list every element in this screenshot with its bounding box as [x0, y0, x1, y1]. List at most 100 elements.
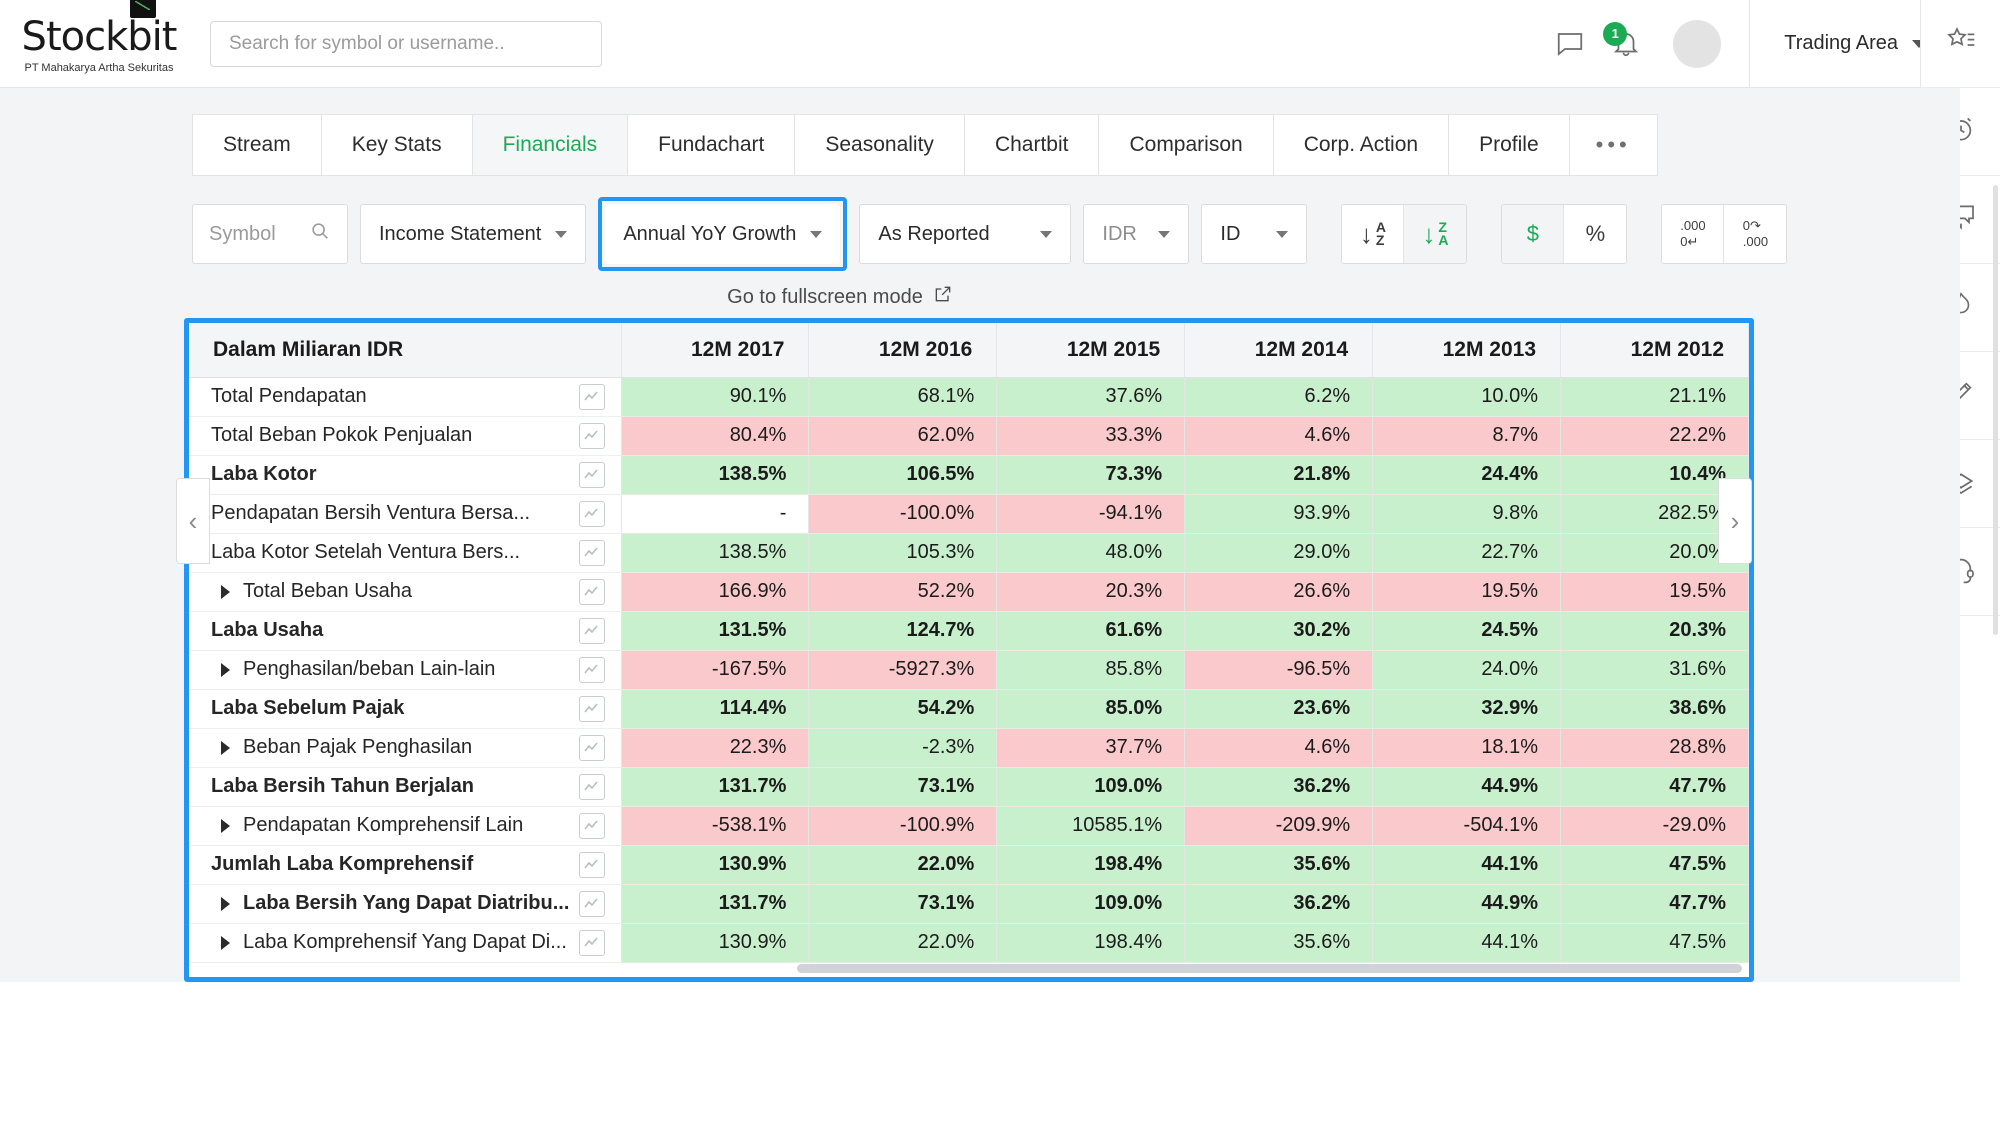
- language-select[interactable]: ID: [1201, 204, 1308, 264]
- app-root: Stockbit PT Mahakarya Artha Sekuritas 1: [0, 0, 2000, 1135]
- tab-chartbit[interactable]: Chartbit: [964, 114, 1100, 176]
- tab-profile[interactable]: Profile: [1449, 114, 1570, 176]
- column-header-2[interactable]: 12M 2015: [996, 323, 1186, 378]
- value-cell: 22.0%: [808, 923, 998, 963]
- row-chart-icon[interactable]: [578, 734, 605, 761]
- search-input[interactable]: [229, 32, 583, 55]
- row-label-cell[interactable]: Total Beban Usaha: [189, 572, 622, 612]
- avatar[interactable]: [1673, 19, 1722, 68]
- symbol-input[interactable]: Symbol: [192, 204, 348, 264]
- row-chart-icon[interactable]: [578, 422, 605, 449]
- value-cell: -100.0%: [808, 494, 998, 534]
- value-cell: 9.8%: [1372, 494, 1562, 534]
- row-chart-icon[interactable]: [578, 500, 605, 527]
- expand-caret-icon[interactable]: [221, 818, 230, 833]
- row-label-cell[interactable]: Laba Bersih Tahun Berjalan: [189, 767, 622, 807]
- fullscreen-link[interactable]: Go to fullscreen mode: [0, 284, 1690, 310]
- reporting-select[interactable]: As Reported: [859, 204, 1072, 264]
- row-chart-icon[interactable]: [578, 617, 605, 644]
- column-header-1[interactable]: 12M 2016: [808, 323, 998, 378]
- row-chart-icon[interactable]: [578, 890, 605, 917]
- increase-decimal-icon: .000 0↵: [1680, 217, 1706, 249]
- growth-mode-select[interactable]: Annual YoY Growth: [605, 204, 841, 264]
- row-label-cell[interactable]: Penghasilan/beban Lain-lain: [189, 650, 622, 690]
- increase-decimal-button[interactable]: .000 0↵: [1662, 205, 1725, 263]
- scroll-left-button[interactable]: ‹: [176, 478, 210, 564]
- row-label-cell[interactable]: Pendapatan Bersih Ventura Bersa...: [189, 494, 622, 534]
- tab-more-options[interactable]: •••: [1569, 114, 1658, 176]
- horizontal-scrollbar[interactable]: [797, 964, 1742, 973]
- notifications-bell-icon[interactable]: 1: [1603, 21, 1643, 61]
- row-chart-icon[interactable]: [578, 656, 605, 683]
- currency-select[interactable]: IDR: [1083, 204, 1190, 264]
- row-chart-icon[interactable]: [578, 851, 605, 878]
- row-label-cell[interactable]: Laba Kotor: [189, 455, 622, 495]
- row-chart-icon[interactable]: [578, 929, 605, 956]
- financials-table: Dalam Miliaran IDR 12M 2017 12M 2016 12M…: [189, 323, 1749, 963]
- expand-caret-icon[interactable]: [221, 584, 230, 599]
- row-chart-icon[interactable]: [578, 812, 605, 839]
- sort-ascending-button[interactable]: ↓ A Z: [1342, 205, 1405, 263]
- expand-caret-icon[interactable]: [221, 662, 230, 677]
- tab-comparison[interactable]: Comparison: [1099, 114, 1274, 176]
- decrease-decimal-button[interactable]: 0↷ .000: [1724, 205, 1786, 263]
- value-cell: 6.2%: [1184, 377, 1374, 417]
- row-label-cell[interactable]: Jumlah Laba Komprehensif: [189, 845, 622, 885]
- value-cell: 31.6%: [1560, 650, 1749, 690]
- tab-fundachart[interactable]: Fundachart: [628, 114, 796, 176]
- value-cell: -100.9%: [808, 806, 998, 846]
- expand-caret-icon[interactable]: [221, 740, 230, 755]
- row-label-cell[interactable]: Total Beban Pokok Penjualan: [189, 416, 622, 456]
- row-chart-icon[interactable]: [578, 695, 605, 722]
- chat-icon[interactable]: [1553, 27, 1587, 61]
- currency-unit-button[interactable]: $: [1502, 205, 1565, 263]
- row-label-cell[interactable]: Beban Pajak Penghasilan: [189, 728, 622, 768]
- expand-caret-icon[interactable]: [221, 935, 230, 950]
- sort-za-icon: ↓ Z A: [1422, 218, 1449, 249]
- tab-financials[interactable]: Financials: [472, 114, 629, 176]
- column-header-4[interactable]: 12M 2013: [1372, 323, 1562, 378]
- row-label-cell[interactable]: Laba Sebelum Pajak: [189, 689, 622, 729]
- statement-type-select[interactable]: Income Statement: [360, 204, 587, 264]
- tab-stream[interactable]: Stream: [192, 114, 322, 176]
- percent-unit-button[interactable]: %: [1564, 205, 1626, 263]
- section-tabs: Stream Key Stats Financials Fundachart S…: [192, 114, 1960, 176]
- column-header-3[interactable]: 12M 2014: [1184, 323, 1374, 378]
- table-row: Penghasilan/beban Lain-lain -167.5% -5927.…: [189, 650, 1749, 690]
- column-header-0[interactable]: 12M 2017: [621, 323, 810, 378]
- row-label-cell[interactable]: Laba Komprehensif Yang Dapat Di...: [189, 923, 622, 963]
- table-row: Laba Kotor 138.5% 106.5% 73.3% 21.8% 24.4% 10.…: [189, 455, 1749, 495]
- value-cell: 114.4%: [621, 689, 810, 729]
- row-label-cell[interactable]: Total Pendapatan: [189, 377, 622, 417]
- value-cell: 85.0%: [996, 689, 1186, 729]
- value-cell: 61.6%: [996, 611, 1186, 651]
- column-header-5[interactable]: 12M 2012: [1560, 323, 1749, 378]
- tab-seasonality[interactable]: Seasonality: [795, 114, 965, 176]
- rail-item-watchlist[interactable]: [1921, 0, 2000, 88]
- tab-key-stats[interactable]: Key Stats: [321, 114, 473, 176]
- row-chart-icon[interactable]: [578, 578, 605, 605]
- value-cell: 138.5%: [621, 455, 810, 495]
- search-box[interactable]: [210, 20, 602, 67]
- row-label-cell[interactable]: Laba Bersih Yang Dapat Diatribu...: [189, 884, 622, 924]
- row-label: Laba Sebelum Pajak: [211, 697, 405, 719]
- row-label-cell[interactable]: Laba Usaha: [189, 611, 622, 651]
- row-chart-icon[interactable]: [578, 539, 605, 566]
- scroll-right-button[interactable]: ›: [1718, 478, 1752, 564]
- value-cell: 22.0%: [808, 845, 998, 885]
- statement-type-label: Income Statement: [379, 222, 542, 245]
- rail-scrollbar[interactable]: [1993, 185, 1998, 635]
- row-label-cell[interactable]: Laba Kotor Setelah Ventura Bers...: [189, 533, 622, 573]
- row-chart-icon[interactable]: [578, 383, 605, 410]
- row-chart-icon[interactable]: [578, 461, 605, 488]
- row-chart-icon[interactable]: [578, 773, 605, 800]
- value-cell: 24.5%: [1372, 611, 1562, 651]
- expand-caret-icon[interactable]: [221, 896, 230, 911]
- row-label: Pendapatan Komprehensif Lain: [243, 814, 524, 836]
- sort-descending-button[interactable]: ↓ Z A: [1404, 205, 1467, 263]
- tab-corp-action[interactable]: Corp. Action: [1273, 114, 1450, 176]
- value-cell: 44.9%: [1372, 884, 1562, 924]
- row-label-cell[interactable]: Pendapatan Komprehensif Lain: [189, 806, 622, 846]
- stockbit-logo[interactable]: Stockbit PT Mahakarya Artha Sekuritas: [10, 0, 188, 74]
- value-cell: 131.5%: [621, 611, 810, 651]
